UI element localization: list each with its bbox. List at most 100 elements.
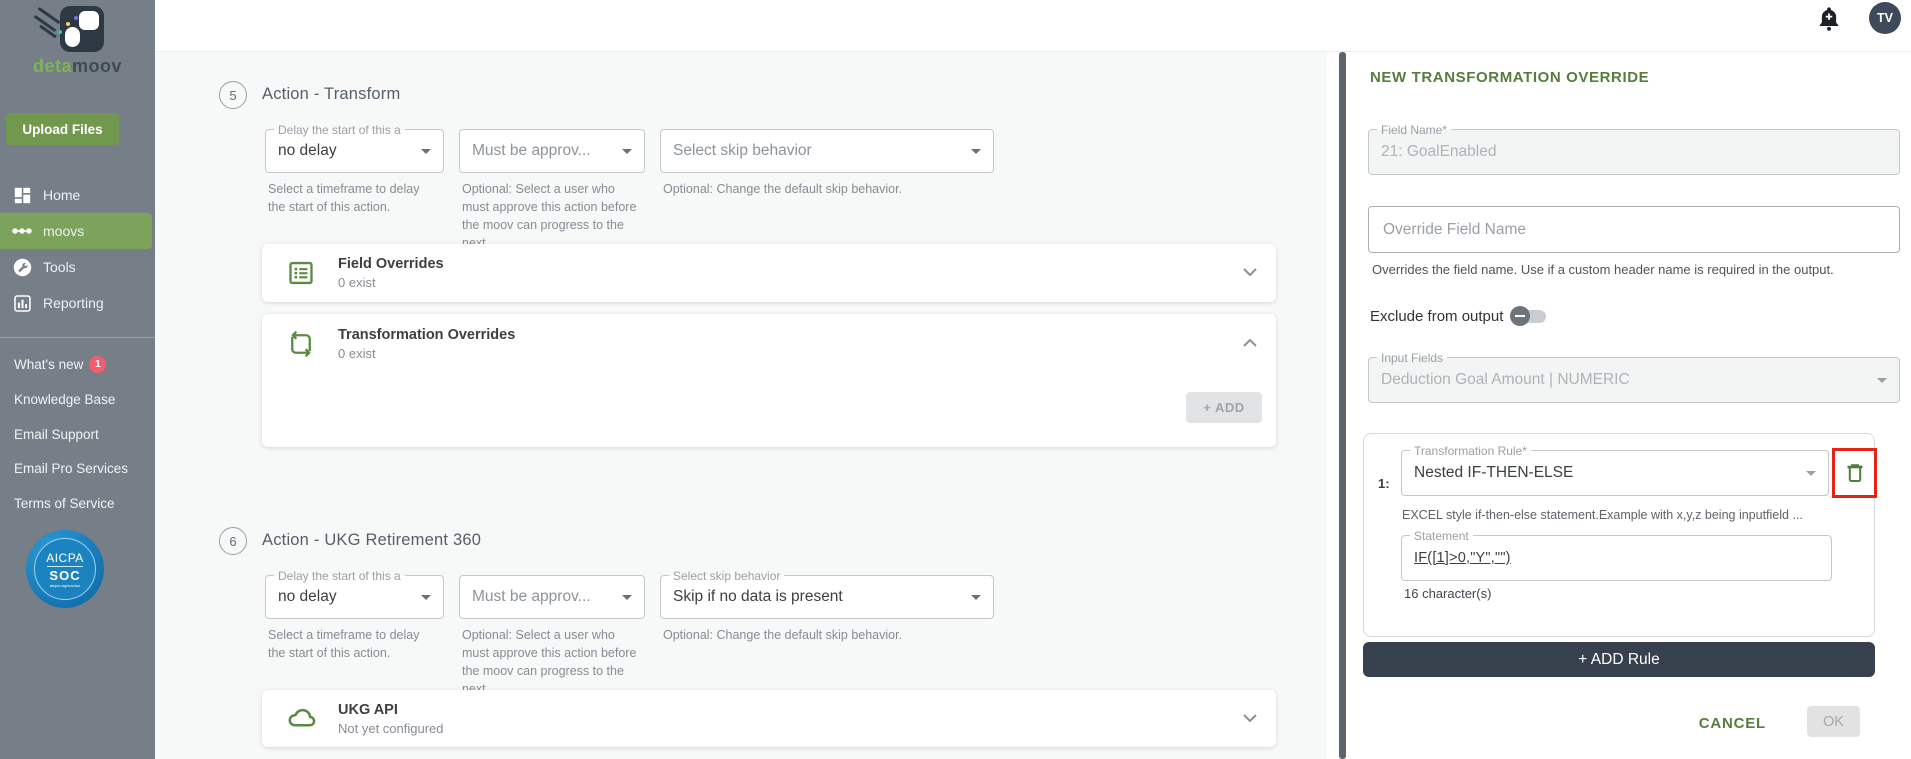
helper-text: Select a timeframe to delay the start of… — [268, 182, 420, 214]
field-value: Must be approv... — [472, 588, 591, 605]
sidebar-item-tools[interactable]: Tools — [0, 249, 152, 285]
exclude-from-output-toggle[interactable] — [1510, 306, 1547, 326]
field-value: Skip if no data is present — [673, 588, 843, 605]
sidebar-link-whats-new[interactable]: What's new 1 — [14, 352, 107, 376]
whats-new-badge: 1 — [89, 355, 107, 373]
drawer-scrollbar[interactable] — [1339, 52, 1346, 759]
chevron-down-icon — [421, 595, 431, 600]
field-value: 21: GoalEnabled — [1381, 143, 1497, 160]
detamoov-logo-icon — [33, 4, 110, 54]
field-label: Delay the start of this a — [274, 123, 405, 137]
ukg-api-panel[interactable]: UKG API Not yet configured — [262, 690, 1276, 747]
helper-text: Optional: Change the default skip behavi… — [663, 628, 903, 642]
panel-subtitle: 0 exist — [338, 275, 376, 290]
link-label: Knowledge Base — [14, 391, 116, 407]
delay-select[interactable]: Delay the start of this a no delay — [265, 123, 444, 173]
seal-text: AICPA — [46, 550, 84, 565]
approver-select[interactable]: Must be approv... — [459, 129, 645, 173]
override-field-name-input[interactable] — [1368, 206, 1900, 253]
ok-button[interactable]: OK — [1807, 706, 1860, 737]
chevron-down-icon — [971, 149, 981, 154]
sidebar-item-label: moovs — [43, 223, 85, 239]
sidebar-divider — [0, 337, 155, 338]
helper-text: Optional: Select a user who must approve… — [462, 182, 637, 250]
step-title: Action - UKG Retirement 360 — [262, 531, 482, 549]
upload-files-button[interactable]: Upload Files — [6, 113, 119, 145]
chevron-down-icon[interactable] — [1242, 710, 1258, 728]
sidebar-item-label: Reporting — [43, 295, 104, 311]
link-label: Terms of Service — [14, 495, 115, 511]
helper-text: Optional: Select a user who must approve… — [462, 628, 637, 696]
helper-text: Overrides the field name. Use if a custo… — [1372, 262, 1834, 277]
topbar: TV — [155, 0, 1911, 52]
helper-text: Select a timeframe to delay the start of… — [268, 628, 420, 660]
sidebar-link-email-support[interactable]: Email Support — [14, 422, 99, 446]
helper-text: Optional: Change the default skip behavi… — [663, 182, 903, 196]
sidebar-item-home[interactable]: Home — [0, 177, 152, 213]
sidebar-link-terms-of-service[interactable]: Terms of Service — [14, 491, 115, 515]
approver-select[interactable]: Must be approv... — [459, 575, 645, 619]
sidebar-item-label: Tools — [43, 259, 76, 275]
sidebar-item-reporting[interactable]: Reporting — [0, 285, 152, 321]
field-value: Select skip behavior — [673, 142, 812, 159]
field-value: Nested IF-THEN-ELSE — [1414, 464, 1574, 481]
chevron-down-icon[interactable] — [1242, 264, 1258, 282]
sidebar-link-email-pro-services[interactable]: Email Pro Services — [14, 456, 128, 480]
panel-title: UKG API — [338, 701, 398, 718]
transformation-overrides-panel[interactable]: Transformation Overrides 0 exist + ADD — [262, 314, 1276, 447]
drawer-title: NEW TRANSFORMATION OVERRIDE — [1370, 69, 1650, 86]
step-number-circle: 5 — [219, 81, 247, 109]
transformation-override-drawer: NEW TRANSFORMATION OVERRIDE Field Name* … — [1327, 52, 1911, 759]
exclude-from-output-label: Exclude from output — [1370, 308, 1504, 325]
link-label: What's new — [14, 356, 84, 372]
field-value: no delay — [278, 142, 337, 159]
sidebar-item-moovs[interactable]: moovs — [0, 213, 152, 249]
delete-rule-highlight-box — [1832, 448, 1877, 498]
skip-behavior-select[interactable]: Select skip behavior Skip if no data is … — [660, 569, 994, 619]
field-label: Transformation Rule* — [1410, 444, 1531, 458]
toggle-thumb-minus-icon — [1510, 306, 1531, 326]
chevron-down-icon — [1806, 471, 1816, 476]
rule-helper-text: EXCEL style if-then-else statement.Examp… — [1402, 508, 1803, 522]
field-label: Statement — [1410, 529, 1473, 543]
statement-input[interactable]: Statement IF([1]>0,"Y","") — [1401, 529, 1832, 581]
field-label: Select skip behavior — [669, 569, 785, 583]
home-grid-icon — [12, 185, 32, 205]
field-label: Delay the start of this a — [274, 569, 405, 583]
chevron-down-icon — [1877, 378, 1887, 383]
link-label: Email Pro Services — [14, 460, 129, 476]
aicpa-soc-seal: AICPA SOC aicpa.org/soc4so — [26, 530, 104, 608]
panel-title: Field Overrides — [338, 256, 444, 272]
user-avatar[interactable]: TV — [1869, 2, 1901, 34]
chevron-up-icon[interactable] — [1242, 335, 1258, 353]
add-override-button[interactable]: + ADD — [1186, 392, 1262, 423]
rule-index: 1: — [1378, 476, 1390, 491]
chevron-down-icon — [622, 595, 632, 600]
chevron-down-icon — [622, 149, 632, 154]
sidebar-link-knowledge-base[interactable]: Knowledge Base — [14, 387, 115, 411]
panel-subtitle: Not yet configured — [338, 720, 444, 736]
skip-behavior-select[interactable]: Select skip behavior — [660, 129, 994, 173]
add-rule-button[interactable]: + ADD Rule — [1363, 642, 1875, 677]
field-name-input: Field Name* 21: GoalEnabled — [1368, 123, 1900, 175]
field-overrides-panel[interactable]: Field Overrides 0 exist — [262, 244, 1276, 302]
cancel-button[interactable]: CANCEL — [1699, 715, 1766, 732]
field-value: no delay — [278, 588, 337, 605]
moovs-dots-icon — [12, 221, 32, 241]
seal-text: aicpa.org/soc4so — [49, 582, 81, 588]
field-value: Must be approv... — [472, 142, 591, 159]
notification-bell-plus-icon[interactable] — [1815, 5, 1843, 33]
logo-wordmark: detamoov — [32, 56, 123, 76]
sidebar: detamoov Upload Files Home moovs Tools R… — [0, 0, 155, 759]
field-label: Input Fields — [1377, 351, 1448, 365]
link-label: Email Support — [14, 426, 99, 442]
workflow-editor: 5 Action - Transform Delay the start of … — [155, 52, 1327, 759]
list-icon — [286, 258, 316, 288]
transformation-rule-select[interactable]: Transformation Rule* Nested IF-THEN-ELSE — [1401, 444, 1829, 496]
step-number-circle: 6 — [219, 527, 247, 555]
sidebar-item-label: Home — [43, 187, 81, 203]
delay-select[interactable]: Delay the start of this a no delay — [265, 569, 444, 619]
panel-subtitle: 0 exist — [338, 346, 376, 361]
panel-title: Transformation Overrides — [338, 327, 516, 343]
trash-icon[interactable] — [1843, 460, 1867, 486]
